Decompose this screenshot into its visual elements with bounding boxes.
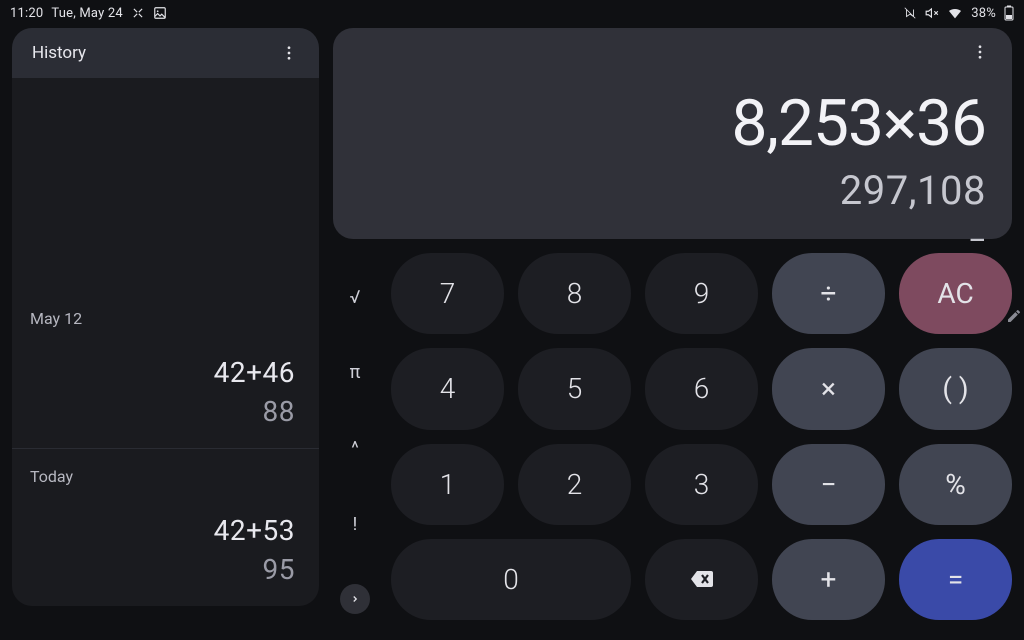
multiply-button[interactable]: × xyxy=(772,348,885,429)
button-grid: 7 8 9 ÷ AC 4 5 6 × ( ) 1 2 3 − % 0 + xyxy=(391,253,1012,620)
keypad: √ π ^ ! 7 8 9 ÷ AC 4 5 6 × ( ) 1 xyxy=(333,253,1012,620)
digit-0-button[interactable]: 0 xyxy=(391,539,631,620)
backspace-icon xyxy=(688,569,716,589)
digit-5-button[interactable]: 5 xyxy=(518,348,631,429)
digit-3-button[interactable]: 3 xyxy=(645,444,758,525)
history-header: History xyxy=(12,28,319,78)
all-clear-button[interactable]: AC xyxy=(899,253,1012,334)
pi-button[interactable]: π xyxy=(350,357,361,389)
history-title: History xyxy=(32,43,86,63)
history-result: 95 xyxy=(30,553,295,586)
equals-button[interactable]: = xyxy=(899,539,1012,620)
status-time: 11:20 xyxy=(10,6,43,21)
divide-button[interactable]: ÷ xyxy=(772,253,885,334)
digit-1-button[interactable]: 1 xyxy=(391,444,504,525)
history-date: May 12 xyxy=(30,309,295,328)
mute-icon xyxy=(925,6,939,20)
parentheses-button[interactable]: ( ) xyxy=(899,348,1012,429)
wifi-icon xyxy=(947,5,963,21)
calculator-display[interactable]: 8,253×36 297,108 _ xyxy=(333,28,1012,239)
history-equation: 42+53 xyxy=(30,514,295,547)
status-date: Tue, May 24 xyxy=(51,6,123,21)
add-button[interactable]: + xyxy=(772,539,885,620)
history-panel: History May 12 42+46 88 Today 42+53 95 xyxy=(12,28,319,606)
digit-8-button[interactable]: 8 xyxy=(518,253,631,334)
history-result: 88 xyxy=(30,395,295,428)
battery-icon xyxy=(1004,5,1014,21)
sqrt-button[interactable]: √ xyxy=(350,281,361,313)
status-battery-pct: 38% xyxy=(971,6,996,21)
vibrate-icon xyxy=(903,6,917,20)
history-equation: 42+46 xyxy=(30,356,295,389)
history-group[interactable]: Today 42+53 95 xyxy=(12,448,319,606)
function-column: √ π ^ ! xyxy=(333,253,377,620)
display-result: 297,108 xyxy=(840,167,986,214)
digit-2-button[interactable]: 2 xyxy=(518,444,631,525)
digit-7-button[interactable]: 7 xyxy=(391,253,504,334)
power-button[interactable]: ^ xyxy=(351,433,359,465)
backspace-button[interactable] xyxy=(645,539,758,620)
history-more-icon[interactable] xyxy=(275,39,303,67)
history-group[interactable]: May 12 42+46 88 xyxy=(12,291,319,448)
edit-icon[interactable] xyxy=(1006,308,1022,324)
digit-9-button[interactable]: 9 xyxy=(645,253,758,334)
pinwheel-icon xyxy=(131,6,145,20)
display-expression: 8,253×36 xyxy=(731,86,986,161)
percent-button[interactable]: % xyxy=(899,444,1012,525)
digit-4-button[interactable]: 4 xyxy=(391,348,504,429)
image-icon xyxy=(153,6,167,20)
display-cursor: _ xyxy=(970,212,984,247)
subtract-button[interactable]: − xyxy=(772,444,885,525)
expand-functions-button[interactable] xyxy=(340,584,370,614)
factorial-button[interactable]: ! xyxy=(353,508,358,540)
display-more-icon[interactable] xyxy=(966,38,994,66)
digit-6-button[interactable]: 6 xyxy=(645,348,758,429)
history-date: Today xyxy=(30,467,295,486)
statusbar: 11:20 Tue, May 24 38% xyxy=(0,0,1024,26)
